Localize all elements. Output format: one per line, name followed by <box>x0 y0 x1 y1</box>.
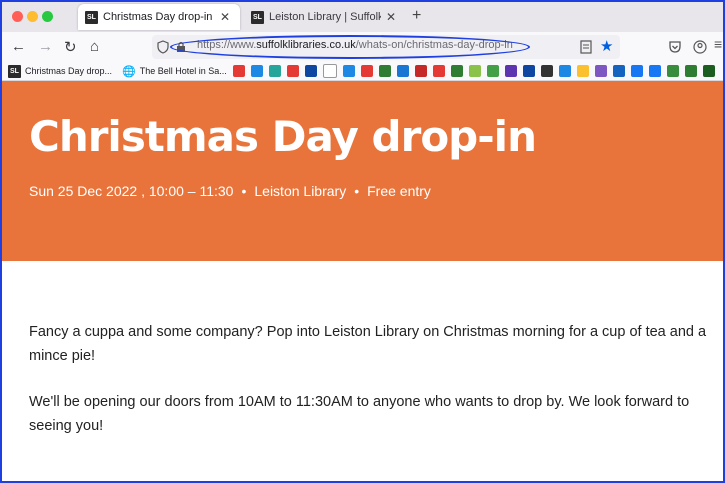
event-location[interactable]: Leiston Library <box>254 183 346 199</box>
meta-separator: • <box>354 183 360 199</box>
shield-icon[interactable] <box>157 40 169 54</box>
event-price: Free entry <box>367 183 431 199</box>
back-arrow-icon[interactable]: ← <box>11 38 26 55</box>
close-tab-icon[interactable]: ✕ <box>220 10 230 24</box>
tab-leiston-library[interactable]: SL Leiston Library | Suffolk Libraries ✕ <box>244 4 399 30</box>
bookmark-favicon-icon[interactable] <box>450 65 463 77</box>
bookmark-favicon-icon[interactable] <box>684 65 697 77</box>
bookmark-label: The Bell Hotel in Sa... <box>139 66 227 76</box>
event-hero-banner: Christmas Day drop-in Sun 25 Dec 2022 , … <box>2 81 723 261</box>
bookmark-favicon-icon[interactable] <box>268 65 281 77</box>
reader-view-icon[interactable] <box>580 40 592 54</box>
suffolk-libraries-icon: SL <box>8 64 21 78</box>
bookmark-favicon-icon[interactable] <box>304 65 317 77</box>
bookmark-favicon-icon[interactable] <box>378 65 391 77</box>
forward-arrow-icon[interactable]: → <box>38 38 53 55</box>
bookmark-favicon-icon[interactable] <box>558 65 571 77</box>
navigation-bar: ← → ↻ ⌂ ★ https://www.suffolklibraries.c… <box>2 32 723 62</box>
globe-icon: 🌐 <box>122 65 136 78</box>
bookmark-favicon-icon[interactable] <box>648 65 661 77</box>
bookmark-favicon-icon[interactable] <box>414 65 427 77</box>
bookmark-label: Christmas Day drop... <box>25 66 113 76</box>
bookmark-favicon-icon[interactable] <box>594 65 607 77</box>
bookmark-favicon-icon[interactable] <box>702 65 715 77</box>
event-date: Sun 25 Dec 2022 , 10:00 – 11:30 <box>29 183 234 199</box>
event-meta: Sun 25 Dec 2022 , 10:00 – 11:30 • Leiston … <box>29 183 431 199</box>
home-icon[interactable]: ⌂ <box>90 38 99 55</box>
account-icon[interactable] <box>693 40 707 54</box>
bookmark-star-icon[interactable]: ★ <box>600 37 613 55</box>
bookmark-christmas-day[interactable]: SL Christmas Day drop... <box>8 64 113 78</box>
bookmark-favicon-icon[interactable] <box>250 65 263 77</box>
suffolk-libraries-icon: SL <box>85 10 98 24</box>
bookmark-favicon-icon[interactable] <box>432 65 445 77</box>
pocket-icon[interactable] <box>668 40 682 54</box>
new-tab-button[interactable]: + <box>412 7 421 25</box>
bookmark-favicon-icon[interactable] <box>522 65 535 77</box>
bookmark-favicon-icon[interactable] <box>576 65 589 77</box>
page-title: Christmas Day drop-in <box>29 112 537 161</box>
tab-strip: SL Christmas Day drop-in | Suffolk ✕ SL … <box>2 2 723 32</box>
bookmark-favicon-icon[interactable] <box>666 65 679 77</box>
url-annotation-ellipse <box>170 35 530 59</box>
bookmark-favicon-icon[interactable] <box>360 65 373 77</box>
minimize-window-button[interactable] <box>27 11 38 22</box>
overflow-menu-icon[interactable]: ≡ <box>714 36 722 52</box>
close-tab-icon[interactable]: ✕ <box>386 10 396 24</box>
bookmark-favicon-icon[interactable] <box>322 64 337 78</box>
suffolk-libraries-icon: SL <box>251 10 264 24</box>
tab-label: Christmas Day drop-in | Suffolk <box>103 11 215 23</box>
close-window-button[interactable] <box>12 11 23 22</box>
reload-icon[interactable]: ↻ <box>64 38 77 56</box>
bookmarks-toolbar: SL Christmas Day drop... 🌐 The Bell Hote… <box>2 62 723 81</box>
tab-label: Leiston Library | Suffolk Libraries <box>269 11 381 23</box>
bookmark-favicon-icon[interactable] <box>286 65 299 77</box>
bookmark-favicon-icon[interactable] <box>468 65 481 77</box>
bookmark-favicon-icon[interactable] <box>612 65 625 77</box>
zoom-window-button[interactable] <box>42 11 53 22</box>
tab-christmas-day[interactable]: SL Christmas Day drop-in | Suffolk ✕ <box>78 4 240 30</box>
bookmark-favicon-icon[interactable] <box>540 65 553 77</box>
bookmark-favicon-icon[interactable] <box>486 65 499 77</box>
bookmark-favicon-icon[interactable] <box>232 65 245 77</box>
intro-paragraph: Fancy a cuppa and some company? Pop into… <box>29 324 707 364</box>
meta-separator: • <box>241 183 247 199</box>
bookmark-favicon-icon[interactable] <box>504 65 517 77</box>
bookmark-favicon-icon[interactable] <box>342 65 355 77</box>
bookmark-favicon-icon[interactable] <box>630 65 643 77</box>
browser-window: SL Christmas Day drop-in | Suffolk ✕ SL … <box>0 0 725 483</box>
details-paragraph: We'll be opening our doors from 10AM to … <box>29 394 690 434</box>
bookmark-favicon-icon[interactable] <box>396 65 409 77</box>
bookmark-bell-hotel[interactable]: 🌐 The Bell Hotel in Sa... <box>122 65 227 78</box>
